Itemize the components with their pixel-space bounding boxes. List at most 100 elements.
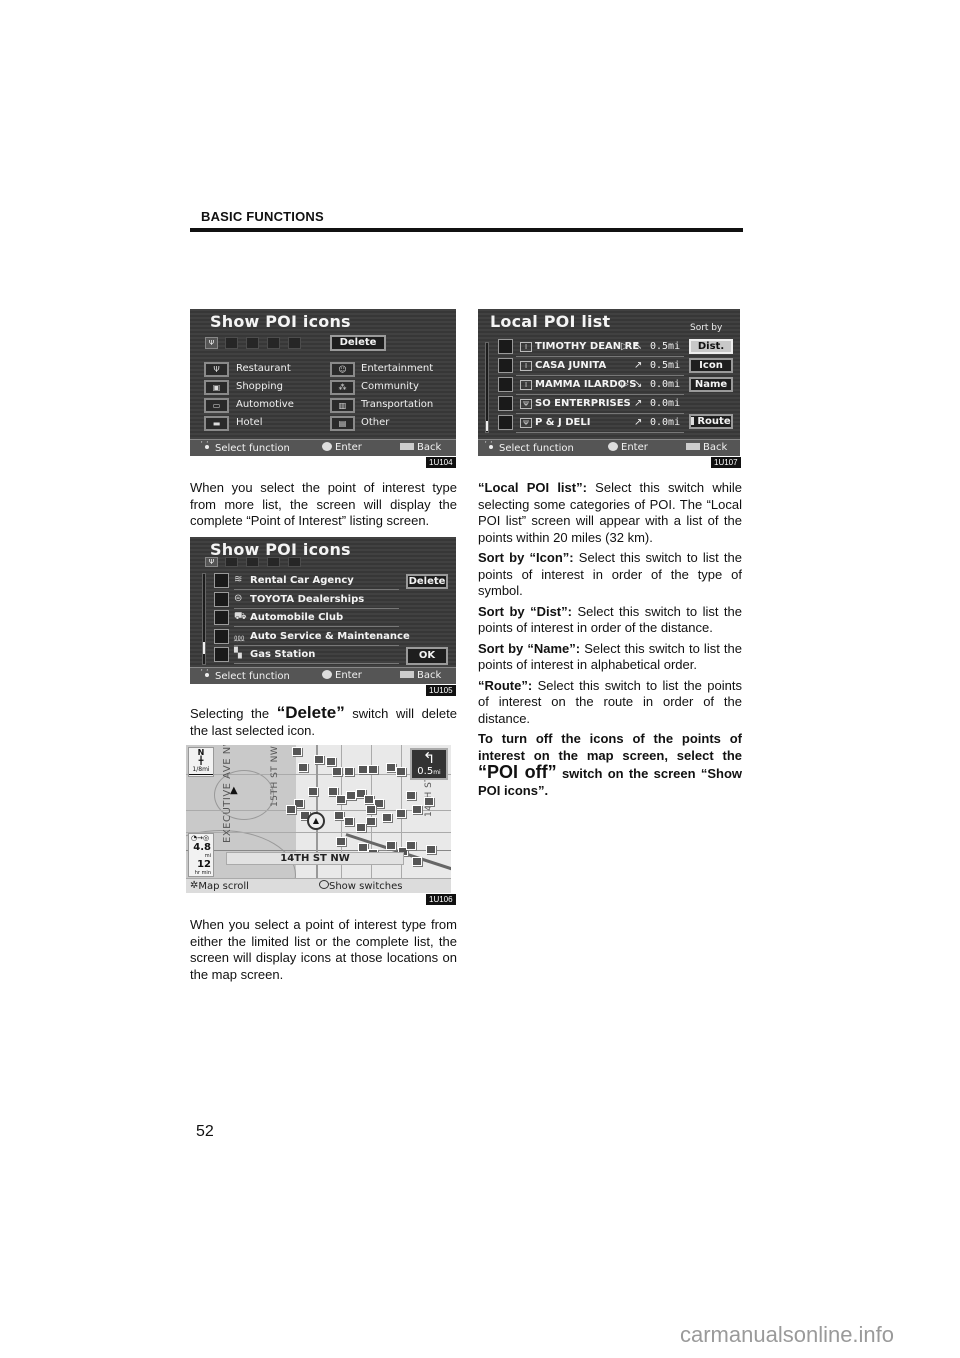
map-poi-icon[interactable]: [424, 797, 434, 806]
back-icon: [686, 443, 700, 450]
route-indicator: [691, 417, 695, 425]
show-poi-icons-screen-1: Show POI icons Ψ Delete Ψ Restaurant ▣ S…: [190, 309, 456, 456]
joystick-icon: [484, 438, 496, 452]
map-poi-icon[interactable]: [406, 841, 416, 850]
screen-title: Show POI icons: [210, 312, 351, 331]
subcategory-checkbox[interactable]: [214, 628, 229, 644]
map-poi-icon[interactable]: [298, 763, 308, 772]
map-poi-icon[interactable]: [358, 765, 368, 774]
map-poi-icon[interactable]: [356, 823, 366, 832]
selected-slot-empty[interactable]: [246, 337, 259, 349]
selected-slot-empty[interactable]: [288, 337, 301, 349]
poi-row-checkbox[interactable]: [498, 339, 513, 354]
map-poi-icon[interactable]: [344, 817, 354, 826]
map-poi-icon[interactable]: [346, 791, 356, 800]
scrollbar-thumb[interactable]: [486, 421, 488, 431]
car-icon: ▭: [204, 398, 229, 413]
map-poi-icon[interactable]: [412, 805, 422, 814]
auto-club-icon: ⛟: [234, 611, 247, 622]
dest-icon: ◔→◎: [191, 834, 210, 842]
selected-slot-empty[interactable]: [267, 557, 280, 567]
delete-button[interactable]: Delete: [330, 335, 386, 351]
poi-row-checkbox[interactable]: [498, 396, 513, 411]
map-poi-icon[interactable]: [336, 795, 346, 804]
term: Sort by “Dist”:: [478, 603, 572, 619]
poi-row-checkbox[interactable]: [498, 358, 513, 373]
row-divider: [516, 375, 684, 376]
poi-row-checkbox[interactable]: [498, 377, 513, 392]
map-scroll-hint[interactable]: ✲ Map scroll: [190, 880, 249, 892]
enter-hint: Enter: [608, 442, 648, 453]
enter-icon: [322, 670, 332, 679]
category-label: Transportation: [361, 399, 434, 410]
map-poi-icon[interactable]: [366, 805, 376, 814]
select-function-hint: Select function: [200, 666, 290, 682]
map-poi-icon[interactable]: [292, 747, 302, 756]
desc-sort-dist: Sort by “Dist”: Select this switch to li…: [478, 604, 742, 637]
enter-icon: [319, 880, 329, 889]
paragraph-complete-list: When you select the point of interest ty…: [190, 480, 457, 528]
selected-slot-empty[interactable]: [246, 557, 259, 567]
map-poi-icon[interactable]: [334, 811, 344, 820]
map-poi-icon[interactable]: [368, 765, 378, 774]
subcategory-checkbox[interactable]: [214, 647, 229, 662]
map-poi-icon[interactable]: [336, 837, 346, 846]
subcategory-checkbox[interactable]: [214, 610, 229, 625]
scrollbar[interactable]: [485, 342, 489, 433]
map-poi-icon[interactable]: [332, 767, 342, 776]
selected-slot-empty[interactable]: [288, 557, 301, 567]
selected-slot-restaurant-icon[interactable]: Ψ: [205, 557, 218, 567]
sort-by-label: Sort by: [690, 323, 723, 333]
status-bar: Select function Enter Back: [190, 666, 456, 684]
map-poi-icon[interactable]: [426, 845, 436, 854]
ok-button[interactable]: OK: [406, 647, 448, 665]
sort-name-button[interactable]: Name: [689, 377, 733, 392]
map-poi-icon[interactable]: [412, 857, 422, 866]
desc-sort-name: Sort by “Name”: Select this switch to li…: [478, 641, 742, 674]
map-poi-icon[interactable]: [364, 795, 374, 804]
map-poi-icon[interactable]: [326, 757, 336, 766]
gas-station-icon: ▚: [234, 648, 242, 659]
scrollbar[interactable]: [202, 573, 206, 665]
show-switches-hint[interactable]: Show switches: [319, 880, 402, 892]
selected-slot-empty[interactable]: [267, 337, 280, 349]
compass-scale[interactable]: N ╋ 1/8mi: [188, 747, 214, 777]
poi-name: P & J DELI: [535, 417, 591, 428]
row-divider: [234, 626, 399, 627]
paragraph-map-icons: When you select a point of interest type…: [190, 917, 457, 982]
back-hint: Back: [400, 670, 441, 681]
map-poi-icon[interactable]: [386, 763, 396, 772]
select-function-hint: Select function: [484, 438, 574, 454]
subcategory-checkbox[interactable]: [214, 591, 229, 607]
map-poi-icon[interactable]: [286, 805, 296, 814]
map-poi-icon[interactable]: [358, 843, 368, 852]
map-poi-icon[interactable]: [314, 755, 324, 764]
map-screen[interactable]: EXECUTIVE AVE NW 15TH ST NW 14TH ST ▲ ▲ …: [186, 745, 451, 893]
map-poi-icon[interactable]: [386, 841, 396, 850]
street-label-15th: 15TH ST NW: [270, 745, 280, 807]
map-poi-icon[interactable]: [396, 767, 406, 776]
route-button[interactable]: Route: [689, 414, 733, 429]
sort-icon-button[interactable]: Icon: [689, 358, 733, 373]
row-divider: [234, 607, 399, 609]
scrollbar-thumb[interactable]: [203, 642, 205, 654]
map-poi-icon[interactable]: [406, 791, 416, 800]
sort-dist-button[interactable]: Dist.: [689, 339, 733, 354]
subcategory-checkbox[interactable]: [214, 573, 229, 588]
status-bar: Select function Enter Back: [190, 438, 456, 456]
selected-slot-empty[interactable]: [225, 337, 238, 349]
fork-knife-icon: Ψ: [520, 418, 532, 428]
selected-slot-empty[interactable]: [225, 557, 238, 567]
map-poi-icon[interactable]: [382, 813, 392, 822]
map-poi-icon[interactable]: [308, 787, 318, 796]
map-poi-icon[interactable]: [344, 767, 354, 776]
map-poi-icon[interactable]: [396, 809, 406, 818]
poi-row-checkbox[interactable]: [498, 415, 513, 430]
desc-local-poi-list: “Local POI list”: Select this switch whi…: [478, 480, 742, 546]
selected-slot-restaurant-icon[interactable]: Ψ: [205, 337, 218, 349]
dealership-icon: ⊜: [234, 592, 243, 604]
paragraph-delete: Selecting the “Delete” switch will delet…: [190, 704, 457, 739]
map-poi-icon[interactable]: [366, 817, 376, 826]
delete-button[interactable]: Delete: [406, 574, 448, 589]
enter-hint: Enter: [322, 442, 362, 453]
